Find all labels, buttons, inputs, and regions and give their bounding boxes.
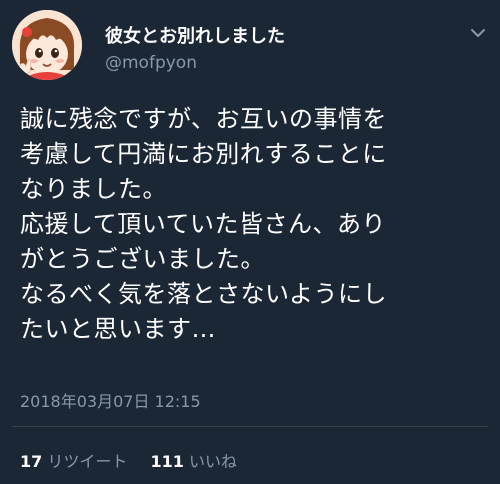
retweet-count-number: 17	[20, 452, 43, 471]
chevron-down-icon[interactable]	[470, 24, 486, 37]
tweet-text: 誠に残念ですが、お互いの事情を 考慮して円満にお別れすることに なりました。 応…	[20, 102, 492, 347]
retweet-count[interactable]: 17 リツイート	[20, 448, 127, 472]
tweet-text-line: 考慮して円満にお別れすることに	[20, 140, 387, 168]
tweet-text-line: 応援して頂いていた皆さん、あり	[20, 210, 387, 238]
like-count[interactable]: 111 いいね	[150, 448, 237, 472]
tweet-card: 彼女とお別れしました @mofpyon 誠に残念ですが、お互いの事情を 考慮して…	[0, 0, 500, 484]
avatar[interactable]	[12, 10, 82, 80]
tweet-text-line: 誠に残念ですが、お互いの事情を	[20, 105, 388, 133]
tweet-text-line: なるべく気を落とさないようにし	[20, 280, 388, 308]
like-count-number: 111	[150, 452, 184, 471]
tweet-timestamp[interactable]: 2018年03月07日 12:15	[20, 388, 201, 412]
tweet-text-line: なりました。	[20, 175, 167, 203]
divider	[12, 426, 488, 427]
retweet-count-label: リツイート	[47, 452, 128, 471]
like-count-label: いいね	[188, 452, 237, 471]
tweet-text-line: がとうございました。	[20, 245, 265, 273]
tweet-text-line: たいと思います…	[20, 315, 216, 343]
tweet-header: 彼女とお別れしました @mofpyon	[12, 10, 488, 82]
tweet-stats: 17 リツイート 111 いいね	[20, 448, 237, 472]
display-name[interactable]: 彼女とお別れしました	[105, 22, 285, 48]
avatar-illustration	[12, 10, 82, 80]
user-handle[interactable]: @mofpyon	[105, 53, 197, 73]
